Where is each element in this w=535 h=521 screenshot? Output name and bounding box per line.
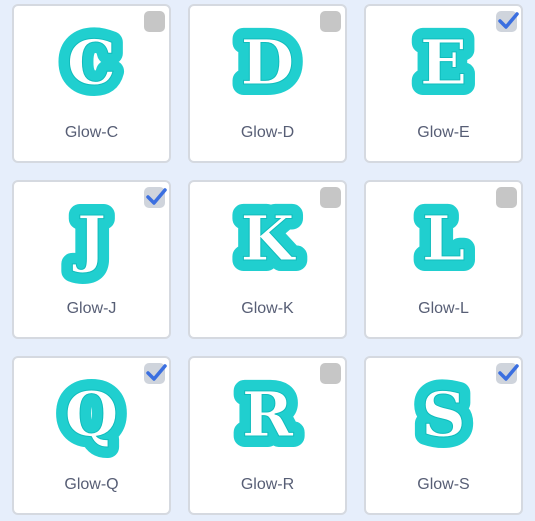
letter-glyph-e: E E: [366, 6, 521, 120]
costume-card-glow-k[interactable]: K K Glow-K: [188, 180, 347, 339]
svg-text:D: D: [241, 26, 295, 99]
letter-glyph-q: Q Q: [14, 358, 169, 472]
letter-glyph-d: D D: [190, 6, 345, 120]
svg-text:K: K: [241, 202, 297, 275]
costume-label: Glow-C: [64, 124, 119, 141]
letter-glyph-r: R R: [190, 358, 345, 472]
costume-card-glow-c[interactable]: C C Glow-C: [12, 4, 171, 163]
costume-card-glow-j[interactable]: J J Glow-J: [12, 180, 171, 339]
costume-label: Glow-K: [241, 300, 294, 317]
costume-label: Glow-D: [240, 124, 295, 141]
letter-glyph-s: S S: [366, 358, 521, 472]
svg-text:L: L: [422, 202, 466, 275]
svg-text:E: E: [420, 26, 467, 99]
svg-text:R: R: [242, 378, 294, 451]
costume-card-glow-l[interactable]: L L Glow-L: [364, 180, 523, 339]
svg-text:Q: Q: [64, 378, 118, 451]
letter-glyph-c: C C: [14, 6, 169, 120]
costume-card-glow-s[interactable]: S S Glow-S: [364, 356, 523, 515]
costume-label: Glow-S: [417, 476, 470, 493]
svg-text:C: C: [67, 26, 116, 99]
costume-card-glow-r[interactable]: R R Glow-R: [188, 356, 347, 515]
costume-card-glow-q[interactable]: Q Q Glow-Q: [12, 356, 171, 515]
letter-glyph-k: K K: [190, 182, 345, 296]
costume-card-glow-d[interactable]: D D Glow-D: [188, 4, 347, 163]
letter-glyph-l: L L: [366, 182, 521, 296]
costume-label: Glow-J: [66, 300, 117, 317]
costume-label: Glow-L: [418, 300, 469, 317]
costume-label: Glow-Q: [64, 476, 119, 493]
svg-text:S: S: [421, 378, 466, 451]
costume-card-glow-e[interactable]: E E Glow-E: [364, 4, 523, 163]
svg-text:J: J: [72, 202, 106, 275]
letter-glyph-j: J J: [14, 182, 169, 296]
costume-grid: C C Glow-C D D Glow-D E E Glow-E J J Glo…: [12, 4, 524, 518]
costume-label: Glow-E: [417, 124, 470, 141]
costume-label: Glow-R: [240, 476, 295, 493]
